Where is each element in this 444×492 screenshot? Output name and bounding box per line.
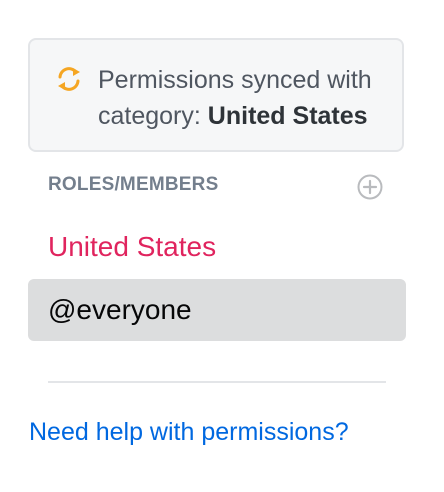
roles-members-header: ROLES/MEMBERS bbox=[48, 174, 219, 195]
sync-category-name: United States bbox=[207, 102, 368, 130]
sync-notice-text: Permissions synced with category: United… bbox=[98, 62, 398, 134]
sync-icon bbox=[58, 67, 80, 91]
plus-circle-icon[interactable] bbox=[356, 173, 384, 201]
channel-permissions-panel: Permissions synced with category: United… bbox=[0, 0, 444, 492]
role-item-everyone[interactable]: @everyone bbox=[28, 279, 406, 341]
permissions-sync-notice: Permissions synced with category: United… bbox=[28, 38, 404, 152]
role-item-united-states[interactable]: United States bbox=[28, 216, 406, 278]
permissions-help-link[interactable]: Need help with permissions? bbox=[29, 418, 349, 447]
divider bbox=[48, 381, 386, 383]
